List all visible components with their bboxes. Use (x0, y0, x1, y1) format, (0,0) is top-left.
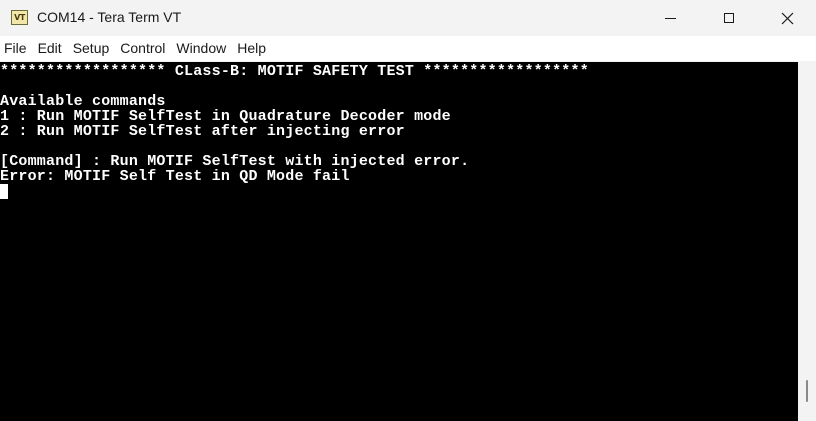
menu-window[interactable]: Window (171, 36, 232, 61)
close-icon (781, 12, 793, 24)
terminal-line-error: Error: MOTIF Self Test in QD Mode fail (0, 168, 350, 185)
terminal-screen[interactable]: ****************** CLass-B: MOTIF SAFETY… (0, 62, 798, 421)
window-title: COM14 - Tera Term VT (37, 9, 182, 25)
scrollbar-thumb[interactable] (806, 380, 808, 402)
menu-setup[interactable]: Setup (68, 36, 116, 61)
terminal-line-command-echo: [Command] : Run MOTIF SelfTest with inje… (0, 153, 470, 170)
terminal-line-available-commands: Available commands (0, 93, 166, 110)
terminal-cursor (0, 184, 8, 199)
menu-edit[interactable]: Edit (33, 36, 68, 61)
terminal-line-command-2: 2 : Run MOTIF SelfTest after injecting e… (0, 123, 405, 140)
menu-file[interactable]: File (0, 36, 33, 61)
menu-help[interactable]: Help (232, 36, 272, 61)
maximize-icon (724, 13, 734, 23)
minimize-icon (664, 17, 676, 19)
vertical-scrollbar[interactable] (798, 62, 816, 421)
maximize-button[interactable] (700, 0, 758, 36)
title-bar[interactable]: VT COM14 - Tera Term VT (0, 0, 816, 36)
menu-bar: File Edit Setup Control Window Help (0, 36, 816, 61)
terminal-banner-line: ****************** CLass-B: MOTIF SAFETY… (0, 63, 589, 80)
menu-control[interactable]: Control (115, 36, 171, 61)
app-icon[interactable]: VT (11, 10, 28, 25)
terminal-line-command-1: 1 : Run MOTIF SelfTest in Quadrature Dec… (0, 108, 451, 125)
close-button[interactable] (758, 0, 816, 36)
minimize-button[interactable] (641, 0, 699, 36)
teraterm-window: VT COM14 - Tera Term VT File Edit Setup … (0, 0, 816, 421)
